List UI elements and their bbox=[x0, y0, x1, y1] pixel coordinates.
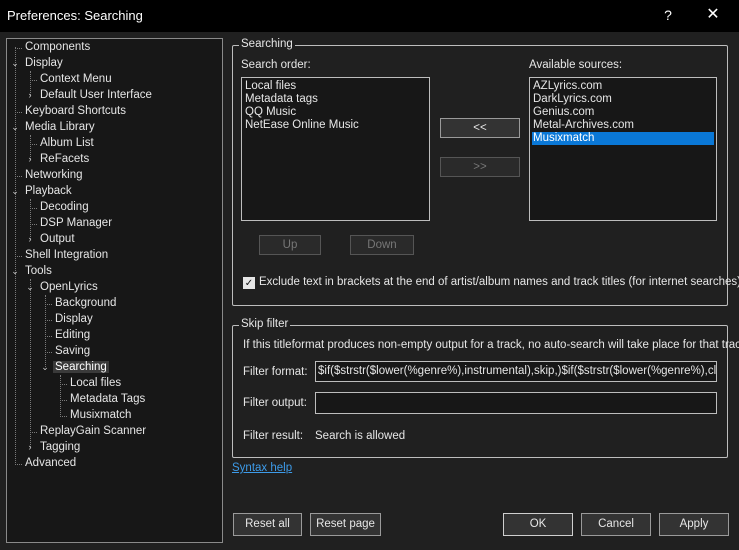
tree-item-searching[interactable]: ⌄ Searching bbox=[41, 360, 109, 375]
chevron-down-icon[interactable]: ⌄ bbox=[10, 184, 20, 199]
ok-button[interactable]: OK bbox=[503, 513, 573, 536]
chevron-right-icon[interactable]: › bbox=[25, 232, 35, 247]
tree-item-local-files[interactable]: Local files bbox=[60, 376, 123, 391]
tree-guide-line bbox=[30, 279, 31, 447]
available-sources-list[interactable]: AZLyrics.com DarkLyrics.com Genius.com M… bbox=[529, 77, 717, 221]
chevron-down-icon[interactable]: ⌄ bbox=[40, 360, 50, 375]
add-source-button[interactable]: << bbox=[440, 118, 520, 138]
tree-item-dsp-manager[interactable]: DSP Manager bbox=[30, 216, 114, 231]
tree-item-editing[interactable]: Editing bbox=[45, 328, 92, 343]
reset-page-button[interactable]: Reset page bbox=[310, 513, 381, 536]
tree-item-networking[interactable]: Networking bbox=[15, 168, 85, 183]
tree-item-refacets[interactable]: › ReFacets bbox=[29, 152, 91, 167]
tree-item-playback[interactable]: ⌄ Playback bbox=[11, 184, 74, 199]
title-bar: Preferences: Searching ? ✕ bbox=[0, 0, 739, 32]
tree-item-openlyrics-display[interactable]: Display bbox=[45, 312, 95, 327]
move-down-button[interactable]: Down bbox=[350, 235, 414, 255]
tree-item-metadata-tags[interactable]: Metadata Tags bbox=[60, 392, 147, 407]
filter-format-label: Filter format: bbox=[243, 366, 308, 378]
window-title: Preferences: Searching bbox=[7, 8, 143, 23]
list-item[interactable]: Genius.com bbox=[532, 106, 714, 119]
tree-item-saving[interactable]: Saving bbox=[45, 344, 92, 359]
search-order-label: Search order: bbox=[241, 59, 311, 71]
tree-item-shell-integration[interactable]: Shell Integration bbox=[15, 248, 110, 263]
list-item[interactable]: Metadata tags bbox=[244, 93, 427, 106]
close-button[interactable]: ✕ bbox=[703, 6, 723, 24]
tree-item-tools[interactable]: ⌄ Tools bbox=[11, 264, 54, 279]
tree-item-replaygain-scanner[interactable]: ReplayGain Scanner bbox=[30, 424, 148, 439]
tree-item-output[interactable]: › Output bbox=[29, 232, 77, 247]
tree-item-tagging[interactable]: › Tagging bbox=[29, 440, 82, 455]
filter-output-field[interactable] bbox=[315, 392, 717, 414]
tree-item-display[interactable]: ⌄ Display bbox=[11, 56, 65, 71]
tree-item-components[interactable]: Components bbox=[15, 40, 92, 55]
tree-item-advanced[interactable]: Advanced bbox=[15, 456, 78, 471]
preferences-tree[interactable]: Components ⌄ Display Context Menu › Defaul… bbox=[6, 38, 223, 543]
move-up-button[interactable]: Up bbox=[259, 235, 321, 255]
list-item[interactable]: Local files bbox=[244, 80, 427, 93]
list-item[interactable]: NetEase Online Music bbox=[244, 119, 427, 132]
searching-group-title: Searching bbox=[239, 38, 295, 50]
available-sources-label: Available sources: bbox=[529, 59, 623, 71]
tree-item-openlyrics[interactable]: ⌄ OpenLyrics bbox=[26, 280, 100, 295]
tree-item-media-library[interactable]: ⌄ Media Library bbox=[11, 120, 97, 135]
tree-item-default-ui[interactable]: › Default User Interface bbox=[29, 88, 154, 103]
filter-output-label: Filter output: bbox=[243, 397, 307, 409]
remove-source-button[interactable]: >> bbox=[440, 157, 520, 177]
tree-item-context-menu[interactable]: Context Menu bbox=[30, 72, 114, 87]
tree-item-album-list[interactable]: Album List bbox=[30, 136, 96, 151]
skip-filter-description: If this titleformat produces non-empty o… bbox=[243, 339, 739, 351]
chevron-down-icon[interactable]: ⌄ bbox=[10, 56, 20, 71]
chevron-right-icon[interactable]: › bbox=[25, 88, 35, 103]
tree-item-background[interactable]: Background bbox=[45, 296, 118, 311]
chevron-right-icon[interactable]: › bbox=[25, 440, 35, 455]
tree-item-decoding[interactable]: Decoding bbox=[30, 200, 91, 215]
list-item[interactable]: AZLyrics.com bbox=[532, 80, 714, 93]
chevron-down-icon[interactable]: ⌄ bbox=[25, 280, 35, 295]
list-item[interactable]: QQ Music bbox=[244, 106, 427, 119]
list-item[interactable]: DarkLyrics.com bbox=[532, 93, 714, 106]
exclude-brackets-checkbox[interactable]: ✓ bbox=[243, 277, 255, 289]
skip-filter-group-title: Skip filter bbox=[239, 318, 291, 330]
list-item-selected[interactable]: Musixmatch bbox=[532, 132, 714, 145]
filter-result-label: Filter result: bbox=[243, 430, 304, 442]
exclude-brackets-label: Exclude text in brackets at the end of a… bbox=[259, 276, 739, 288]
chevron-down-icon[interactable]: ⌄ bbox=[10, 264, 20, 279]
search-order-list[interactable]: Local files Metadata tags QQ Music NetEa… bbox=[241, 77, 430, 221]
filter-format-input[interactable]: $if($strstr($lower(%genre%),instrumental… bbox=[315, 361, 717, 382]
filter-result-value: Search is allowed bbox=[315, 430, 406, 442]
help-button[interactable]: ? bbox=[658, 6, 678, 24]
cancel-button[interactable]: Cancel bbox=[581, 513, 651, 536]
syntax-help-link[interactable]: Syntax help bbox=[232, 462, 292, 474]
tree-item-keyboard-shortcuts[interactable]: Keyboard Shortcuts bbox=[15, 104, 128, 119]
apply-button[interactable]: Apply bbox=[659, 513, 729, 536]
reset-all-button[interactable]: Reset all bbox=[233, 513, 302, 536]
list-item[interactable]: Metal-Archives.com bbox=[532, 119, 714, 132]
chevron-down-icon[interactable]: ⌄ bbox=[10, 120, 20, 135]
tree-guide-line bbox=[60, 375, 61, 415]
tree-guide-line bbox=[45, 295, 46, 367]
tree-item-musixmatch[interactable]: Musixmatch bbox=[60, 408, 133, 423]
chevron-right-icon[interactable]: › bbox=[25, 152, 35, 167]
